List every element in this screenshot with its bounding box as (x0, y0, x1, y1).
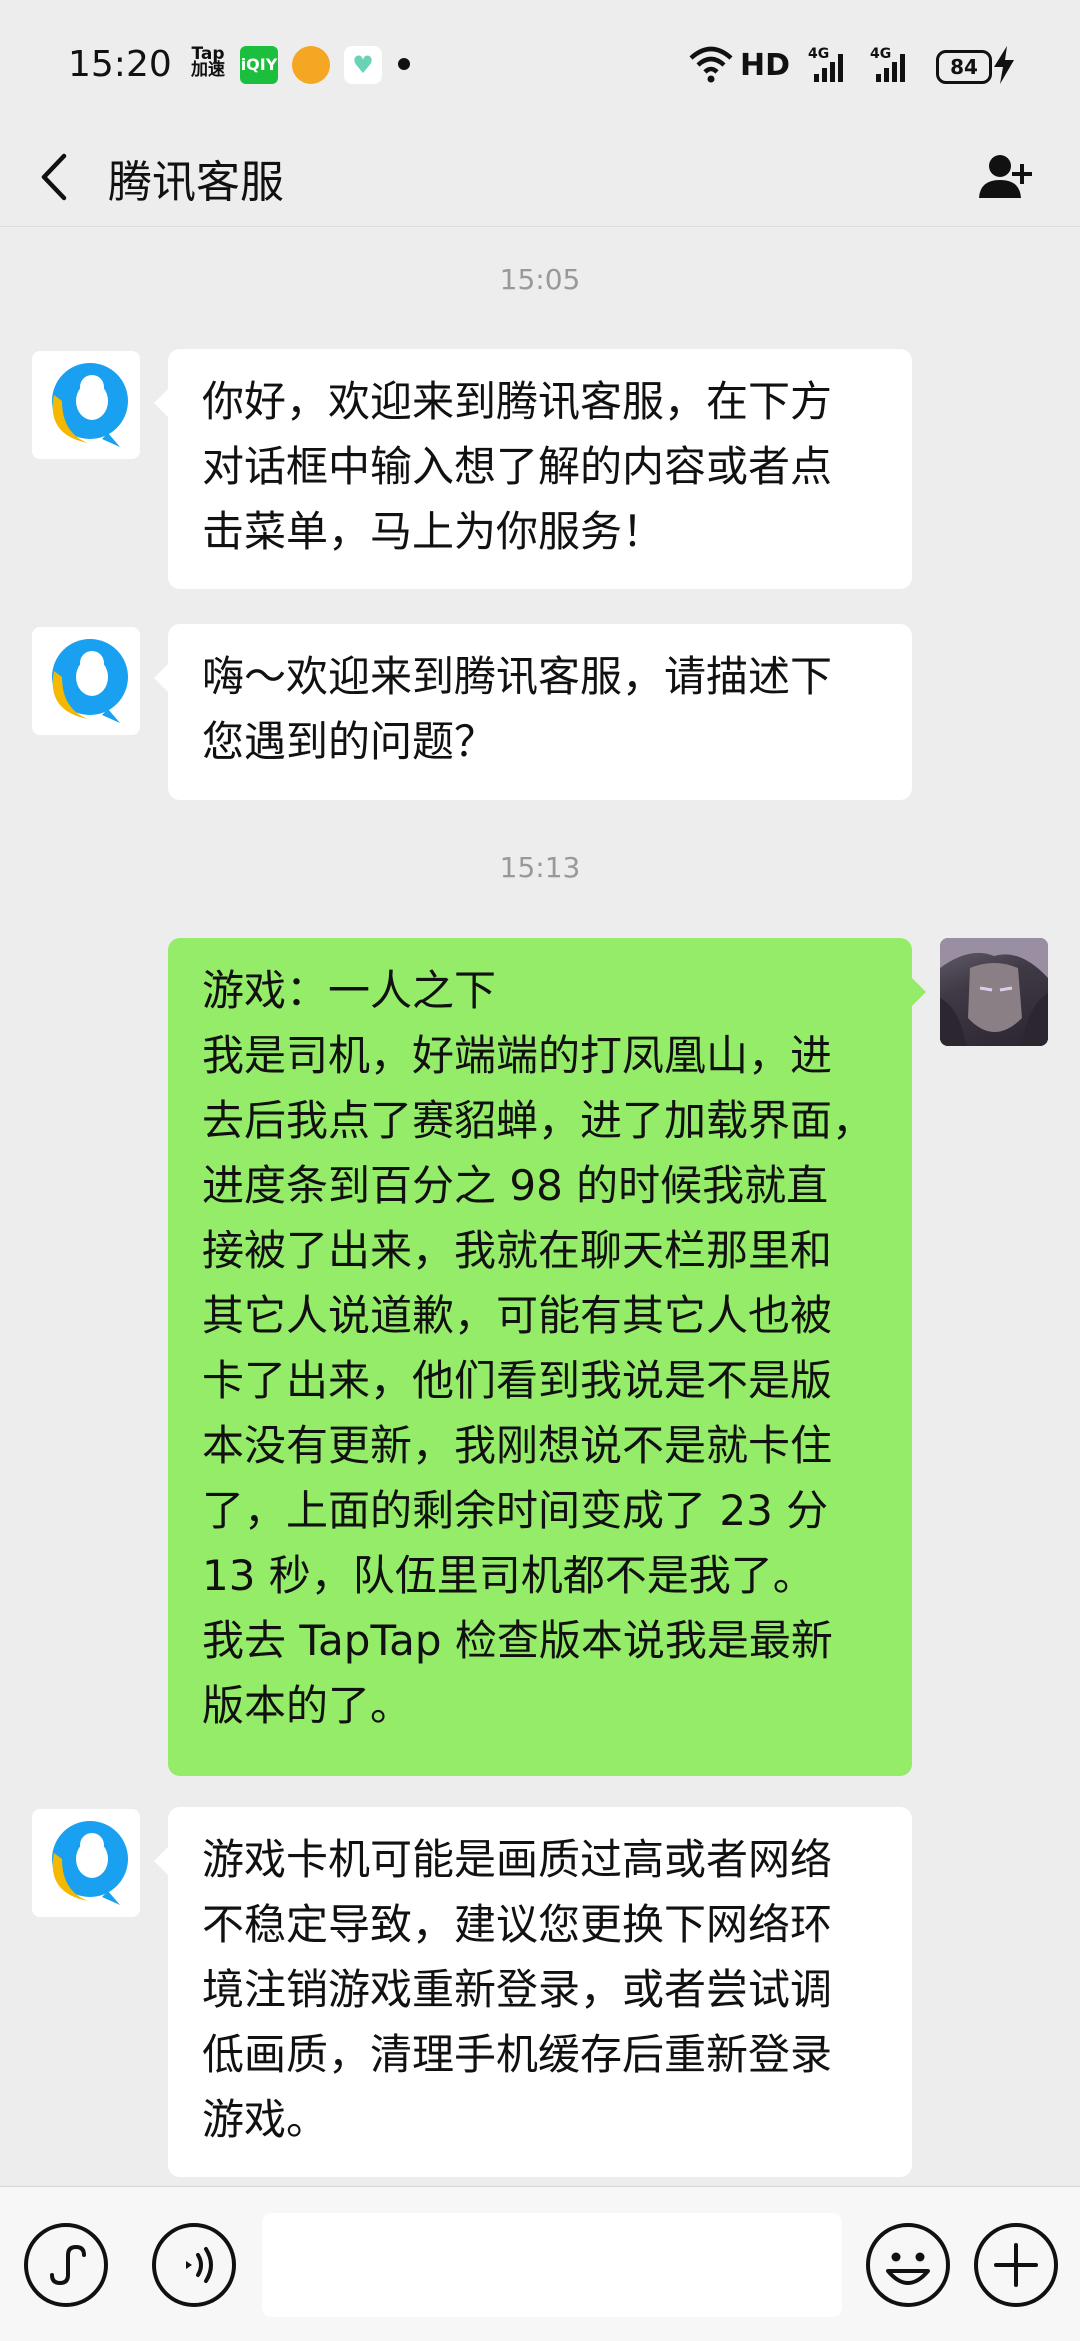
voice-icon[interactable] (150, 2221, 238, 2309)
chat-header: 腾讯客服 (0, 130, 1080, 227)
qq-service-logo-icon (52, 639, 128, 723)
user-avatar-image (940, 938, 1048, 1046)
service-message-bubble[interactable]: 嗨～欢迎来到腾讯客服，请描述下 您遇到的问题？ (154, 624, 912, 800)
charging-icon (994, 46, 1014, 84)
svg-text:4G: 4G (870, 46, 891, 62)
message-input-bar (0, 2186, 1080, 2341)
fox-app-icon (292, 46, 330, 84)
status-bar: 15:20 Tap 加速 iQIY ♥ HD 4G 4G 84 (0, 0, 1080, 130)
add-user-icon[interactable] (976, 142, 1036, 212)
service-avatar[interactable] (32, 627, 140, 735)
iqiyi-icon: iQIY (240, 46, 278, 84)
plus-icon[interactable] (972, 2221, 1060, 2309)
message-timestamp: 15:05 (499, 263, 581, 296)
heart-app-icon: ♥ (344, 46, 382, 84)
message-input[interactable] (262, 2213, 842, 2317)
hd-network-label: HD (740, 48, 791, 83)
qq-service-logo-icon (52, 363, 128, 447)
chat-message-list[interactable]: 15:05 你好，欢迎来到腾讯客服，在下方 对话框中输入想了解的内容或者点 击菜… (0, 227, 1080, 2187)
page-title: 腾讯客服 (108, 157, 284, 208)
qq-service-logo-icon (52, 1821, 128, 1905)
user-message-bubble[interactable]: 游戏：一人之下 我是司机，好端端的打凤凰山，进 去后我点了赛貂蝉，进了加载界面，… (168, 938, 926, 1776)
user-avatar[interactable] (940, 938, 1048, 1046)
mini-program-icon[interactable] (22, 2221, 110, 2309)
service-avatar[interactable] (32, 351, 140, 459)
wifi-icon (689, 46, 733, 83)
service-avatar[interactable] (32, 1809, 140, 1917)
message-timestamp: 15:13 (499, 851, 581, 884)
tap-accelerate-icon: Tap 加速 (191, 44, 225, 80)
4g-signal-icon: 4G (870, 46, 905, 82)
emoji-icon[interactable] (864, 2221, 952, 2309)
service-message-bubble[interactable]: 游戏卡机可能是画质过高或者网络 不稳定导致，建议您更换下网络环 境注销游戏重新登… (154, 1807, 912, 2177)
back-chevron-icon[interactable] (34, 140, 74, 214)
status-time: 15:20 (68, 44, 172, 85)
svg-text:4G: 4G (808, 46, 829, 62)
battery-icon: 84 (936, 50, 992, 84)
service-message-bubble[interactable]: 你好，欢迎来到腾讯客服，在下方 对话框中输入想了解的内容或者点 击菜单，马上为你… (154, 349, 912, 589)
more-notifications-dot-icon (398, 58, 410, 70)
4g-signal-icon: 4G (808, 46, 843, 82)
